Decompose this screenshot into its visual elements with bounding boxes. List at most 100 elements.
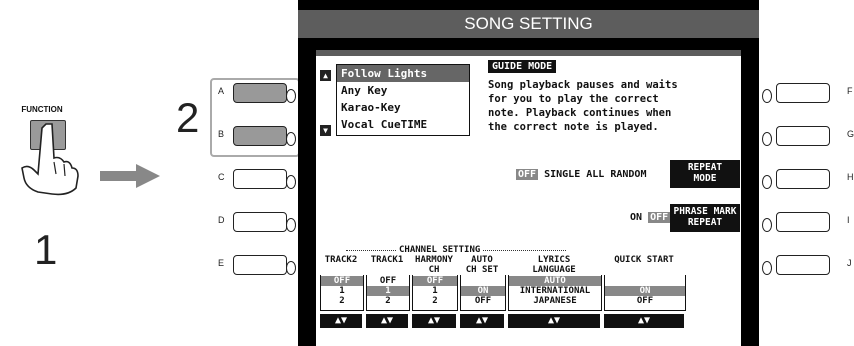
- button-letter-j: J: [847, 258, 852, 268]
- column-value[interactable]: OFF: [413, 276, 457, 286]
- panel-button-d[interactable]: [233, 212, 287, 232]
- button-letter-b: B: [218, 129, 225, 139]
- column-head: AUTO CH SET: [460, 255, 504, 275]
- phrase-on-option[interactable]: ON: [630, 212, 642, 223]
- column-head-line: HARMONY: [415, 255, 453, 265]
- screen-content: ▲ ▼ Follow Lights Any Key Karao-Key Voca…: [316, 50, 741, 346]
- right-arrow-icon: [100, 164, 160, 188]
- column-head-line: TRACK2: [324, 255, 358, 265]
- column-head-line: TRACK1: [370, 255, 404, 265]
- function-label: FUNCTION: [21, 105, 63, 114]
- column-value[interactable]: INTERNATIONAL: [509, 286, 601, 296]
- up-down-button[interactable]: ▲▼: [320, 314, 362, 328]
- column-head-line: QUICK START: [614, 255, 674, 265]
- list-item[interactable]: Follow Lights: [337, 65, 469, 82]
- list-item[interactable]: Karao-Key: [337, 99, 469, 116]
- button-letter-e: E: [218, 258, 225, 268]
- column-value[interactable]: ON: [461, 286, 505, 296]
- repeat-random-option[interactable]: RANDOM: [610, 169, 646, 180]
- up-down-button[interactable]: ▲▼: [366, 314, 408, 328]
- divider: [316, 50, 741, 56]
- guide-mode-label: GUIDE MODE: [488, 60, 557, 73]
- column-head: TRACK2: [320, 255, 362, 265]
- repeat-all-option[interactable]: ALL: [586, 169, 604, 180]
- list-item[interactable]: Vocal CueTIME: [337, 116, 469, 133]
- repeat-off-option[interactable]: OFF: [516, 169, 539, 180]
- repeat-mode-label: REPEAT: [687, 162, 723, 173]
- list-item[interactable]: Any Key: [337, 82, 469, 99]
- list-up-icon[interactable]: ▲: [320, 70, 331, 81]
- led-icon: [762, 175, 772, 189]
- led-icon: [762, 218, 772, 232]
- phrase-mark-label: REPEAT: [687, 217, 723, 228]
- led-icon: [286, 89, 296, 103]
- column-values: OFF 1 2: [320, 275, 364, 311]
- panel-button-c[interactable]: [233, 169, 287, 189]
- column-value[interactable]: OFF: [367, 276, 409, 286]
- panel-button-b[interactable]: [233, 126, 287, 146]
- screen-title: SONG SETTING: [298, 10, 759, 38]
- column-value[interactable]: OFF: [461, 296, 505, 306]
- panel-button-i[interactable]: [776, 212, 830, 232]
- column-values: ON OFF: [460, 275, 506, 311]
- column-head-line: CH: [428, 265, 440, 275]
- led-icon: [762, 261, 772, 275]
- column-value[interactable]: ON: [605, 286, 685, 296]
- description-line: for you to play the correct: [488, 93, 659, 105]
- button-letter-a: A: [218, 86, 225, 96]
- panel-button-e[interactable]: [233, 255, 287, 275]
- led-icon: [762, 89, 772, 103]
- repeat-mode-button[interactable]: REPEAT MODE: [670, 160, 740, 188]
- repeat-single-option[interactable]: SINGLE: [544, 169, 580, 180]
- button-letter-f: F: [847, 86, 853, 96]
- guide-description: Song playback pauses and waits for you t…: [488, 78, 738, 134]
- up-down-button[interactable]: ▲▼: [460, 314, 504, 328]
- column-head: LYRICS LANGUAGE: [508, 255, 600, 275]
- column-value[interactable]: JAPANESE: [509, 296, 601, 306]
- column-value[interactable]: [461, 276, 505, 286]
- repeat-mode-label: MODE: [693, 173, 717, 184]
- column-head-line: LANGUAGE: [532, 265, 576, 275]
- phrase-mark-button[interactable]: PHRASE MARK REPEAT: [670, 204, 740, 232]
- step-2-label: 2: [176, 94, 200, 141]
- up-down-button[interactable]: ▲▼: [604, 314, 684, 328]
- list-down-icon[interactable]: ▼: [320, 125, 331, 136]
- panel-button-g[interactable]: [776, 126, 830, 146]
- button-letter-h: H: [847, 172, 854, 182]
- panel-button-j[interactable]: [776, 255, 830, 275]
- panel-button-a[interactable]: [233, 83, 287, 103]
- column-head: TRACK1: [366, 255, 408, 265]
- up-down-button[interactable]: ▲▼: [508, 314, 600, 328]
- column-value[interactable]: [605, 276, 685, 286]
- button-letter-d: D: [218, 215, 225, 225]
- column-values: ON OFF: [604, 275, 686, 311]
- button-letter-c: C: [218, 172, 225, 182]
- up-down-button[interactable]: ▲▼: [412, 314, 456, 328]
- led-icon: [286, 261, 296, 275]
- column-value[interactable]: OFF: [605, 296, 685, 306]
- column-value[interactable]: 1: [413, 286, 457, 296]
- led-icon: [286, 132, 296, 146]
- button-letter-i: I: [847, 215, 850, 225]
- column-value[interactable]: 2: [413, 296, 457, 306]
- column-value[interactable]: 1: [321, 286, 363, 296]
- lcd-display: SONG SETTING ▲ ▼ Follow Lights Any Key K…: [298, 0, 759, 346]
- panel-button-f[interactable]: [776, 83, 830, 103]
- panel-button-h[interactable]: [776, 169, 830, 189]
- repeat-options: OFF SINGLE ALL RANDOM: [516, 169, 646, 180]
- column-value[interactable]: OFF: [321, 276, 363, 286]
- button-letter-g: G: [847, 129, 854, 139]
- phrase-off-option[interactable]: OFF: [648, 212, 671, 223]
- led-icon: [762, 132, 772, 146]
- led-icon: [286, 218, 296, 232]
- column-values: OFF 1 2: [366, 275, 410, 311]
- column-head: HARMONY CH: [412, 255, 456, 275]
- column-value[interactable]: AUTO: [509, 276, 601, 286]
- description-line: note. Playback continues when: [488, 107, 672, 119]
- column-head: QUICK START: [604, 255, 684, 265]
- column-value[interactable]: 2: [367, 296, 409, 306]
- column-value[interactable]: 1: [367, 286, 409, 296]
- channel-setting-title: CHANNEL SETTING: [396, 245, 484, 255]
- column-head-line: LYRICS: [537, 255, 571, 265]
- column-value[interactable]: 2: [321, 296, 363, 306]
